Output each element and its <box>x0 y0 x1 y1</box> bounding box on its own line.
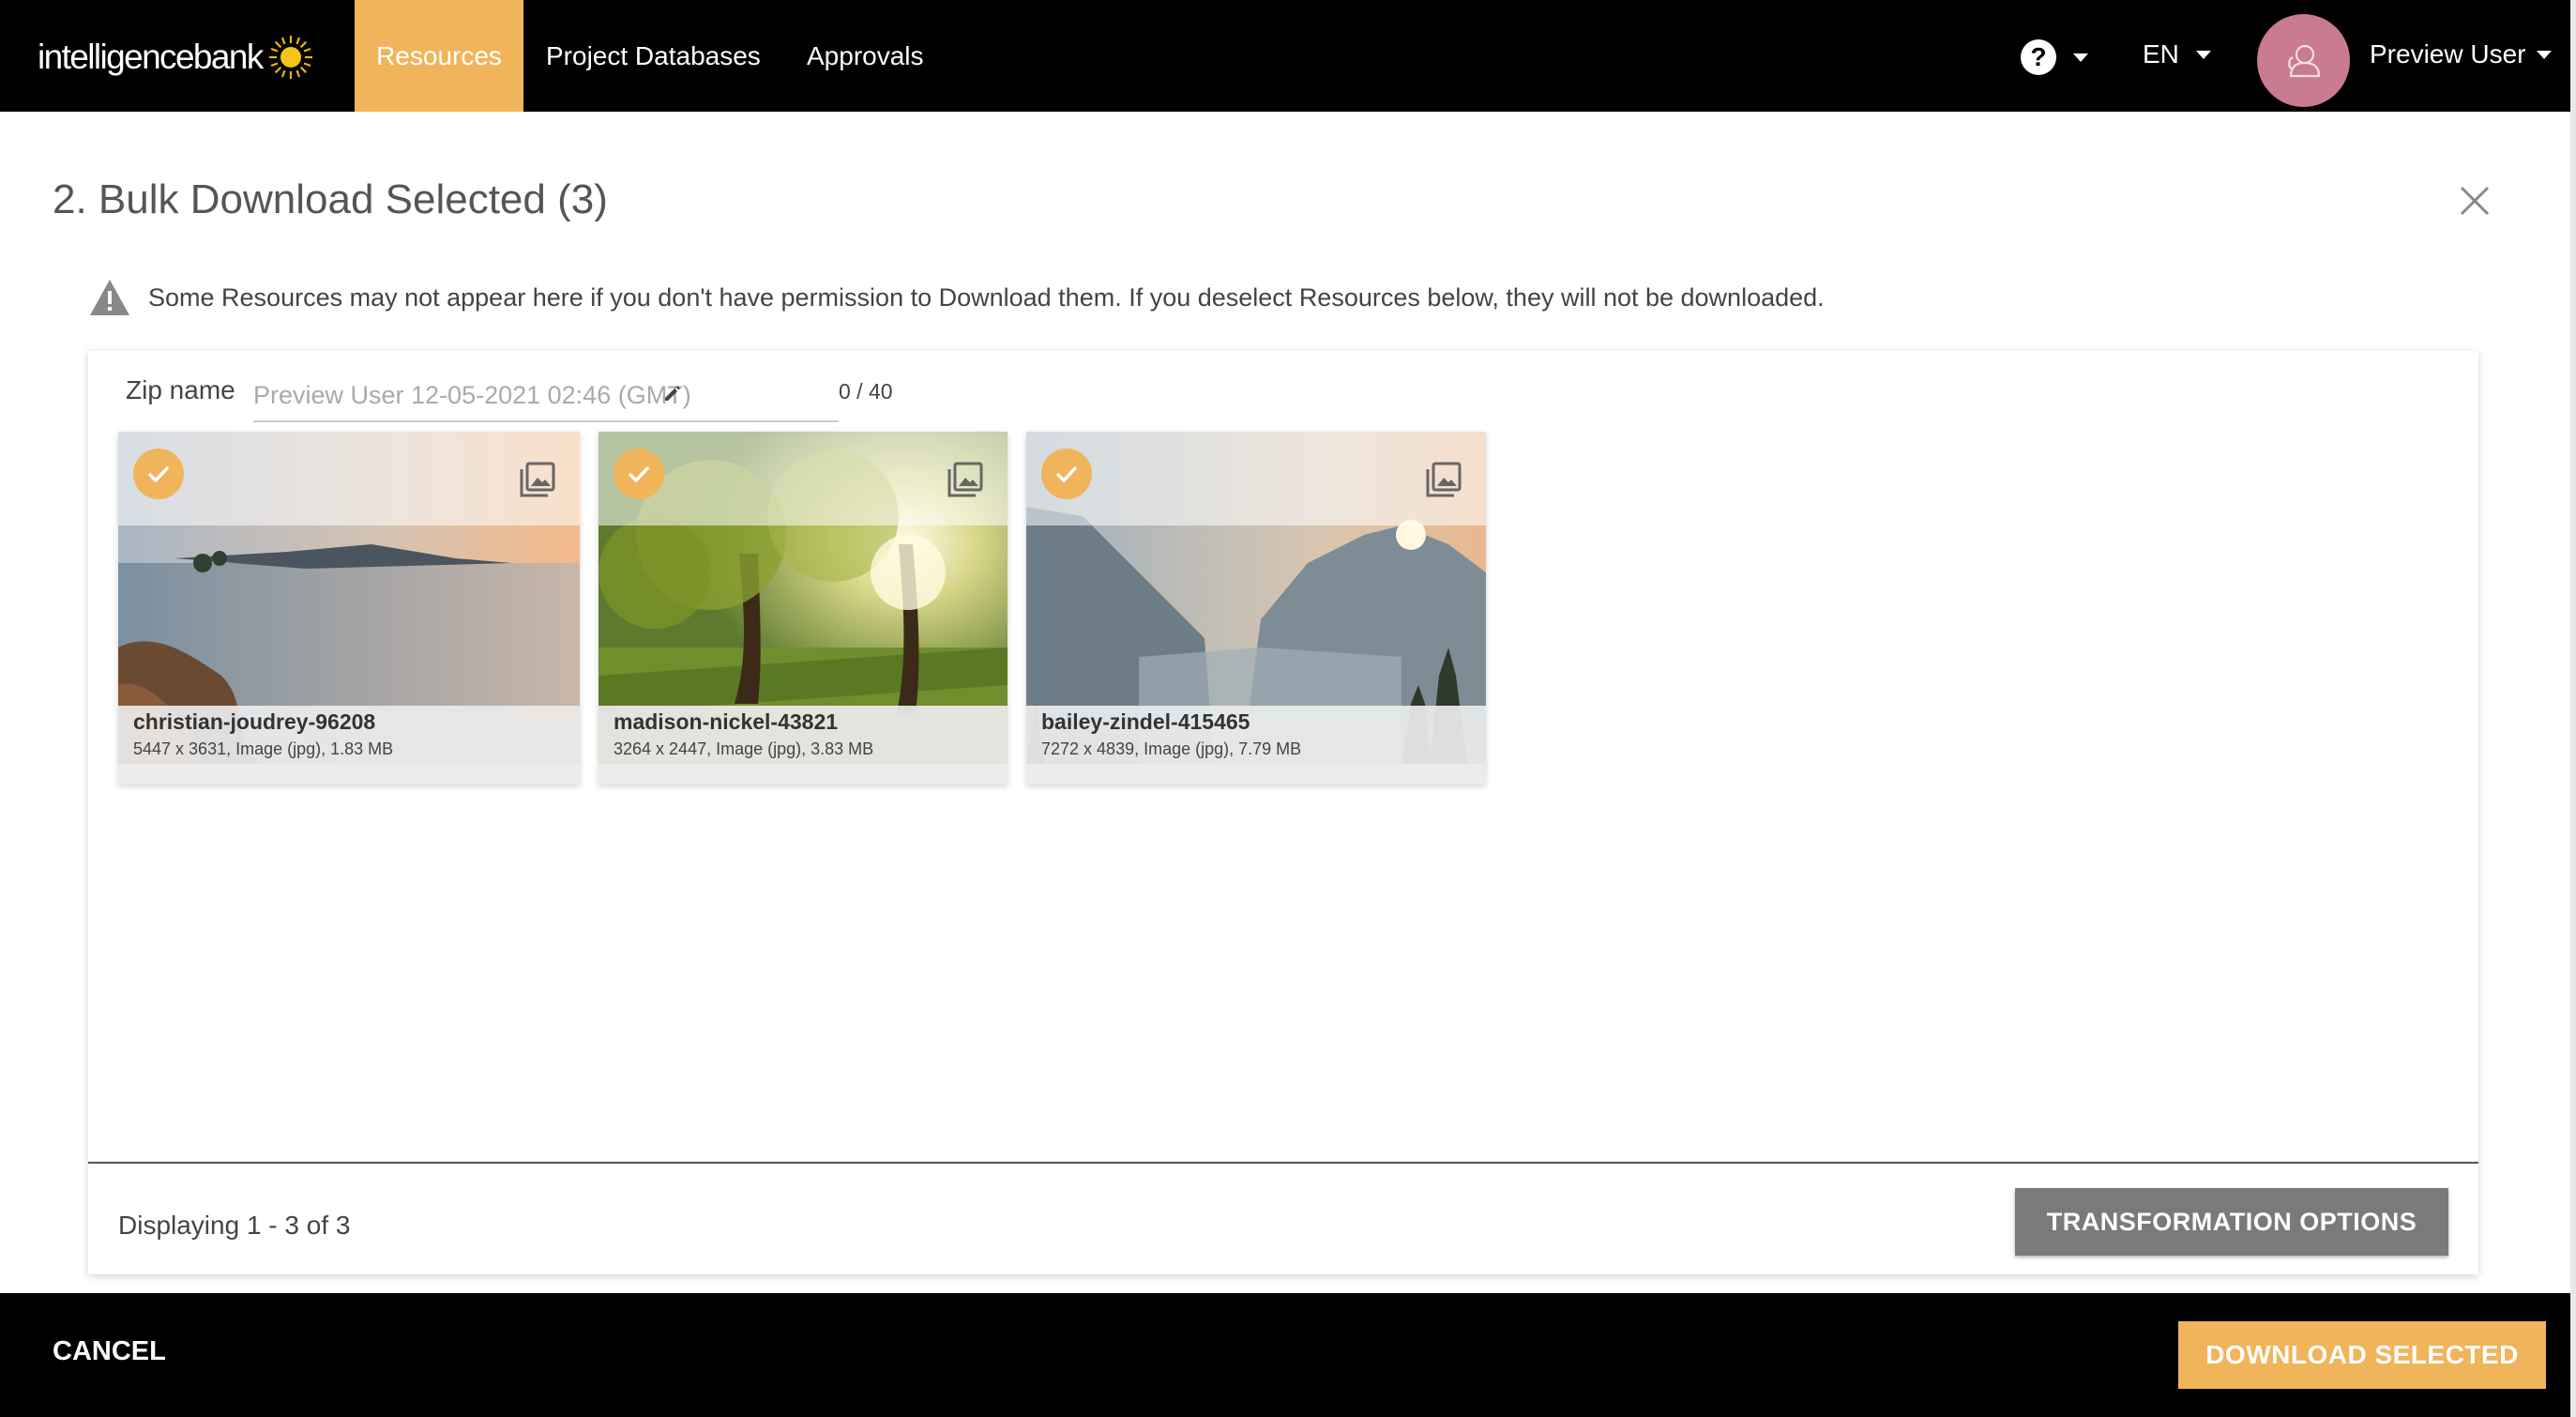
resource-info: 5447 x 3631, Image (jpg), 1.83 MB <box>133 739 394 758</box>
selected-check-icon[interactable] <box>1041 449 1092 499</box>
card-top-overlay <box>1026 432 1486 526</box>
zip-name-label: Zip name <box>126 375 235 404</box>
help-icon[interactable]: ? <box>2021 39 2056 75</box>
resource-name: madison-nickel-43821 <box>614 709 839 734</box>
close-icon[interactable] <box>2456 182 2493 220</box>
caret-down-icon <box>2195 50 2211 59</box>
nav-resources[interactable]: Resources <box>355 0 523 112</box>
logo-text: intelligencebank <box>38 38 264 76</box>
panel-footer: Displaying 1 - 3 of 3 TRANSFORMATION OPT… <box>88 1162 2478 1274</box>
resource-name: bailey-zindel-415465 <box>1041 709 1250 734</box>
image-icon <box>1426 462 1462 497</box>
zip-name-char-count: 0 / 40 <box>839 379 893 404</box>
selected-check-icon[interactable] <box>614 449 664 499</box>
selected-check-icon[interactable] <box>133 449 184 499</box>
pagination-summary: Displaying 1 - 3 of 3 <box>118 1211 351 1240</box>
selected-resources-panel: Zip name 0 / 40 <box>88 351 2478 1274</box>
language-label: EN <box>2143 39 2179 69</box>
card-details: bailey-zindel-415465 7272 x 4839, Image … <box>1026 706 1486 785</box>
warning-icon <box>90 280 129 315</box>
modal-title: 2. Bulk Download Selected (3) <box>53 176 608 222</box>
card-details: christian-joudrey-96208 5447 x 3631, Ima… <box>118 706 580 785</box>
help-menu[interactable]: ? <box>2021 39 2088 75</box>
top-navigation-bar: intelligencebank Resources Project Datab… <box>0 0 2576 112</box>
window-edge <box>2570 0 2576 1417</box>
resource-card[interactable]: bailey-zindel-415465 7272 x 4839, Image … <box>1026 432 1486 785</box>
card-top-overlay <box>118 432 580 526</box>
sun-logo-icon <box>268 36 312 79</box>
resource-card[interactable]: christian-joudrey-96208 5447 x 3631, Ima… <box>118 432 580 785</box>
user-name: Preview User <box>2370 39 2526 69</box>
resource-name: christian-joudrey-96208 <box>133 709 376 734</box>
user-avatar[interactable] <box>2257 14 2350 107</box>
cancel-button[interactable]: CANCEL <box>53 1336 166 1367</box>
card-details: madison-nickel-43821 3264 x 2447, Image … <box>599 706 1008 785</box>
intelligencebank-logo[interactable]: intelligencebank <box>38 32 313 83</box>
permission-notice: Some Resources may not appear here if yo… <box>88 278 1825 317</box>
zip-name-field[interactable] <box>253 370 839 422</box>
bottom-action-bar: CANCEL DOWNLOAD SELECTED <box>0 1293 2576 1417</box>
language-menu[interactable]: EN <box>2143 39 2211 69</box>
caret-down-icon <box>2537 50 2553 59</box>
user-menu[interactable]: Preview User <box>2370 39 2553 69</box>
nav-approvals[interactable]: Approvals <box>807 0 924 112</box>
pencil-icon[interactable] <box>662 383 683 404</box>
download-selected-button[interactable]: DOWNLOAD SELECTED <box>2178 1321 2546 1389</box>
caret-down-icon <box>2073 53 2088 62</box>
resource-card[interactable]: madison-nickel-43821 3264 x 2447, Image … <box>599 432 1008 785</box>
resource-info: 3264 x 2447, Image (jpg), 3.83 MB <box>614 739 874 758</box>
image-icon <box>947 462 983 497</box>
transformation-options-button[interactable]: TRANSFORMATION OPTIONS <box>2015 1188 2448 1256</box>
resource-info: 7272 x 4839, Image (jpg), 7.79 MB <box>1041 739 1302 758</box>
nav-project-databases[interactable]: Project Databases <box>546 0 761 112</box>
image-icon <box>520 462 555 497</box>
zip-name-input[interactable] <box>253 380 722 410</box>
user-avatar-icon <box>2287 44 2320 77</box>
notice-text: Some Resources may not appear here if yo… <box>148 282 1825 312</box>
